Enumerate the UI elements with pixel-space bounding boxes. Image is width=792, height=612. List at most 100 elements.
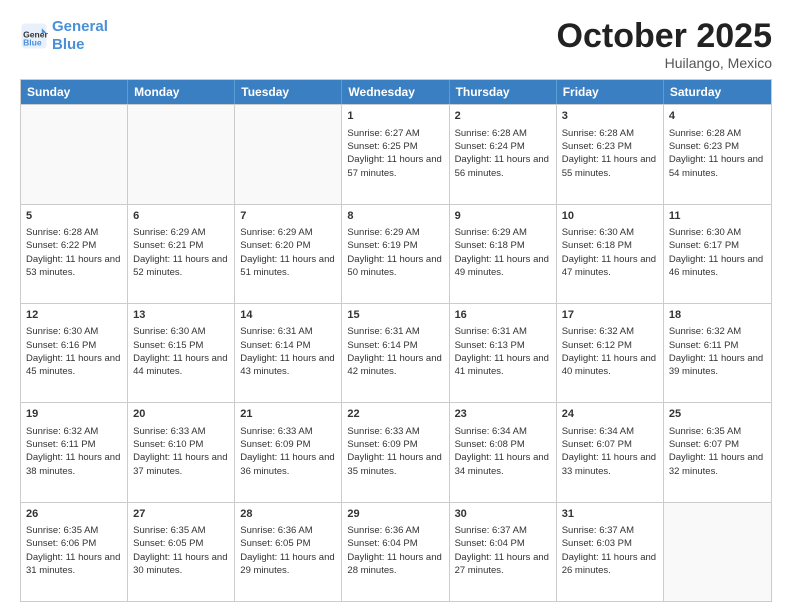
day-info: Sunrise: 6:28 AMSunset: 6:23 PMDaylight:…	[562, 128, 656, 179]
logo-icon: General Blue	[20, 22, 48, 50]
day-cell-14: 14 Sunrise: 6:31 AMSunset: 6:14 PMDayligh…	[235, 304, 342, 402]
day-info: Sunrise: 6:32 AMSunset: 6:12 PMDaylight:…	[562, 326, 656, 377]
calendar-row-3: 12Sunrise: 6:30 AMSunset: 6:16 PMDayligh…	[21, 303, 771, 402]
day-info: Sunrise: 6:29 AMSunset: 6:21 PMDaylight:…	[133, 227, 227, 278]
day-number: 26	[26, 507, 122, 522]
day-header-tuesday: Tuesday	[235, 80, 342, 104]
day-info: Sunrise: 6:36 AMSunset: 6:05 PMDaylight:…	[240, 525, 334, 576]
day-info: Sunrise: 6:37 AMSunset: 6:04 PMDaylight:…	[455, 525, 549, 576]
day-cell-29: 29Sunrise: 6:36 AMSunset: 6:04 PMDayligh…	[342, 503, 449, 601]
day-cell-12: 12Sunrise: 6:30 AMSunset: 6:16 PMDayligh…	[21, 304, 128, 402]
day-number: 24	[562, 407, 658, 422]
month-title: October 2025	[557, 18, 772, 55]
day-cell-24: 24 Sunrise: 6:34 AMSunset: 6:07 PMDayligh…	[557, 403, 664, 501]
empty-cell-0-2	[235, 105, 342, 203]
day-cell-26: 26 Sunrise: 6:35 AMSunset: 6:06 PMDayligh…	[21, 503, 128, 601]
day-info: Sunrise: 6:28 AMSunset: 6:22 PMDaylight:…	[26, 227, 120, 278]
day-number: 8	[347, 209, 443, 224]
day-header-sunday: Sunday	[21, 80, 128, 104]
day-cell-18: 18Sunrise: 6:32 AMSunset: 6:11 PMDayligh…	[664, 304, 771, 402]
day-cell-20: 20Sunrise: 6:33 AMSunset: 6:10 PMDayligh…	[128, 403, 235, 501]
day-number: 18	[669, 308, 766, 323]
day-number: 9	[455, 209, 551, 224]
day-header-thursday: Thursday	[450, 80, 557, 104]
svg-text:Blue: Blue	[23, 37, 42, 47]
day-cell-22: 22 Sunrise: 6:33 AMSunset: 6:09 PMDayligh…	[342, 403, 449, 501]
day-number: 10	[562, 209, 658, 224]
day-info: Sunrise: 6:33 AMSunset: 6:09 PMDaylight:…	[347, 426, 441, 477]
day-header-monday: Monday	[128, 80, 235, 104]
day-info: Sunrise: 6:32 AMSunset: 6:11 PMDaylight:…	[26, 426, 120, 477]
day-number: 2	[455, 109, 551, 124]
day-info: Sunrise: 6:35 AMSunset: 6:06 PMDaylight:…	[26, 525, 120, 576]
page: General Blue GeneralBlue October 2025 Hu…	[0, 0, 792, 612]
day-info: Sunrise: 6:31 AMSunset: 6:14 PMDaylight:…	[347, 326, 441, 377]
day-cell-19: 19 Sunrise: 6:32 AMSunset: 6:11 PMDayligh…	[21, 403, 128, 501]
day-header-saturday: Saturday	[664, 80, 771, 104]
day-number: 17	[562, 308, 658, 323]
calendar-body: 1 Sunrise: 6:27 AMSunset: 6:25 PMDaylight…	[21, 104, 771, 601]
day-info: Sunrise: 6:30 AMSunset: 6:15 PMDaylight:…	[133, 326, 227, 377]
day-number: 1	[347, 109, 443, 124]
day-cell-17: 17 Sunrise: 6:32 AMSunset: 6:12 PMDayligh…	[557, 304, 664, 402]
calendar: SundayMondayTuesdayWednesdayThursdayFrid…	[20, 79, 772, 602]
day-info: Sunrise: 6:35 AMSunset: 6:05 PMDaylight:…	[133, 525, 227, 576]
day-number: 22	[347, 407, 443, 422]
title-block: October 2025 Huilango, Mexico	[557, 18, 772, 71]
calendar-row-5: 26 Sunrise: 6:35 AMSunset: 6:06 PMDayligh…	[21, 502, 771, 601]
day-header-wednesday: Wednesday	[342, 80, 449, 104]
day-cell-28: 28Sunrise: 6:36 AMSunset: 6:05 PMDayligh…	[235, 503, 342, 601]
day-number: 14	[240, 308, 336, 323]
day-info: Sunrise: 6:34 AMSunset: 6:08 PMDaylight:…	[455, 426, 549, 477]
day-number: 13	[133, 308, 229, 323]
day-header-friday: Friday	[557, 80, 664, 104]
day-info: Sunrise: 6:31 AMSunset: 6:13 PMDaylight:…	[455, 326, 549, 377]
day-info: Sunrise: 6:28 AMSunset: 6:24 PMDaylight:…	[455, 128, 549, 179]
day-number: 7	[240, 209, 336, 224]
day-number: 27	[133, 507, 229, 522]
day-cell-7: 7 Sunrise: 6:29 AMSunset: 6:20 PMDaylight…	[235, 205, 342, 303]
day-info: Sunrise: 6:29 AMSunset: 6:18 PMDaylight:…	[455, 227, 549, 278]
day-number: 5	[26, 209, 122, 224]
day-cell-9: 9 Sunrise: 6:29 AMSunset: 6:18 PMDaylight…	[450, 205, 557, 303]
day-number: 21	[240, 407, 336, 422]
day-cell-8: 8 Sunrise: 6:29 AMSunset: 6:19 PMDaylight…	[342, 205, 449, 303]
day-number: 30	[455, 507, 551, 522]
day-number: 12	[26, 308, 122, 323]
calendar-row-4: 19 Sunrise: 6:32 AMSunset: 6:11 PMDayligh…	[21, 402, 771, 501]
day-number: 15	[347, 308, 443, 323]
day-info: Sunrise: 6:29 AMSunset: 6:20 PMDaylight:…	[240, 227, 334, 278]
day-number: 3	[562, 109, 658, 124]
day-info: Sunrise: 6:35 AMSunset: 6:07 PMDaylight:…	[669, 426, 763, 477]
day-info: Sunrise: 6:37 AMSunset: 6:03 PMDaylight:…	[562, 525, 656, 576]
day-cell-1: 1 Sunrise: 6:27 AMSunset: 6:25 PMDaylight…	[342, 105, 449, 203]
day-cell-10: 10Sunrise: 6:30 AMSunset: 6:18 PMDayligh…	[557, 205, 664, 303]
day-cell-6: 6 Sunrise: 6:29 AMSunset: 6:21 PMDaylight…	[128, 205, 235, 303]
day-info: Sunrise: 6:30 AMSunset: 6:17 PMDaylight:…	[669, 227, 763, 278]
day-cell-3: 3 Sunrise: 6:28 AMSunset: 6:23 PMDaylight…	[557, 105, 664, 203]
day-info: Sunrise: 6:34 AMSunset: 6:07 PMDaylight:…	[562, 426, 656, 477]
calendar-row-2: 5 Sunrise: 6:28 AMSunset: 6:22 PMDaylight…	[21, 204, 771, 303]
logo-text: GeneralBlue	[52, 18, 108, 54]
day-number: 16	[455, 308, 551, 323]
day-number: 6	[133, 209, 229, 224]
day-cell-30: 30 Sunrise: 6:37 AMSunset: 6:04 PMDayligh…	[450, 503, 557, 601]
day-number: 23	[455, 407, 551, 422]
day-number: 19	[26, 407, 122, 422]
day-info: Sunrise: 6:31 AMSunset: 6:14 PMDaylight:…	[240, 326, 334, 377]
header: General Blue GeneralBlue October 2025 Hu…	[20, 18, 772, 71]
day-info: Sunrise: 6:27 AMSunset: 6:25 PMDaylight:…	[347, 128, 441, 179]
day-cell-2: 2 Sunrise: 6:28 AMSunset: 6:24 PMDaylight…	[450, 105, 557, 203]
day-cell-13: 13 Sunrise: 6:30 AMSunset: 6:15 PMDayligh…	[128, 304, 235, 402]
day-cell-5: 5 Sunrise: 6:28 AMSunset: 6:22 PMDaylight…	[21, 205, 128, 303]
empty-cell-0-0	[21, 105, 128, 203]
day-number: 31	[562, 507, 658, 522]
day-cell-11: 11 Sunrise: 6:30 AMSunset: 6:17 PMDayligh…	[664, 205, 771, 303]
day-cell-15: 15 Sunrise: 6:31 AMSunset: 6:14 PMDayligh…	[342, 304, 449, 402]
day-info: Sunrise: 6:29 AMSunset: 6:19 PMDaylight:…	[347, 227, 441, 278]
day-info: Sunrise: 6:33 AMSunset: 6:09 PMDaylight:…	[240, 426, 334, 477]
day-cell-16: 16 Sunrise: 6:31 AMSunset: 6:13 PMDayligh…	[450, 304, 557, 402]
day-cell-23: 23 Sunrise: 6:34 AMSunset: 6:08 PMDayligh…	[450, 403, 557, 501]
day-number: 11	[669, 209, 766, 224]
empty-cell-4-6	[664, 503, 771, 601]
